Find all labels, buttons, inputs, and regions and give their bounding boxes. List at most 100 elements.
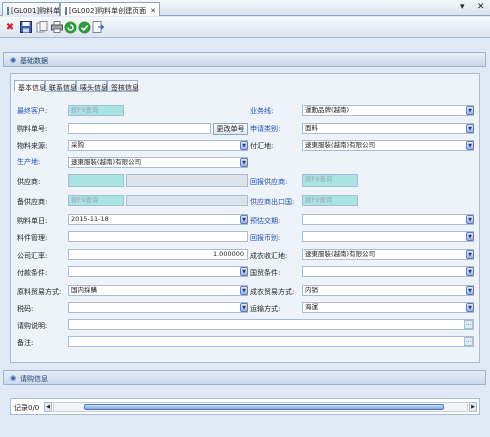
horizontal-scrollbar-track[interactable] [53,402,468,412]
change-order-no-button[interactable]: 更改单号 [213,123,248,135]
order-date-input[interactable]: 2015-11-18 [68,214,248,225]
final-customer-input[interactable]: 按F9查询 [68,105,124,116]
supplier-name-input [126,174,248,187]
print-icon[interactable] [50,20,64,34]
chevron-down-icon[interactable]: ▼ [466,141,474,150]
chevron-down-icon[interactable]: ▼ [466,286,474,295]
finished-place-label: 成衣收汇地: [250,252,288,260]
horizontal-scrollbar-thumb[interactable] [84,404,444,410]
document-icon [65,6,67,15]
report-supplier-label: 回报供应商: [250,178,288,186]
tab-approval-info[interactable]: 签核信息 [107,80,139,92]
collapse-icon[interactable]: ◉ [10,56,16,64]
report-supplier-input[interactable]: 按F9查询 [302,174,358,187]
records-bar: 记录0/0 ◀ ▶ [10,398,480,415]
collapse-icon[interactable]: ◉ [10,374,16,382]
purchase-note-label: 请购说明: [17,322,48,330]
backup-supplier-name-input [126,195,248,206]
chevron-down-icon[interactable]: ▼ [466,250,474,259]
refresh-icon[interactable] [63,20,77,34]
order-date-label: 购料单日: [17,217,48,225]
scroll-left-icon[interactable]: ◀ [44,402,52,412]
close-icon[interactable]: ✖ [3,20,17,34]
document-tab-strip: [GL001]购料单 [GL002]购料单创建页面 ✕ ▾ ✕ [0,0,490,16]
scroll-right-icon[interactable]: ▶ [469,402,477,412]
chevron-down-icon[interactable]: ▼ [466,303,474,312]
section-title: 请购信息 [20,375,48,383]
transport-select[interactable]: 海運 [302,302,474,313]
report-currency-label: 回报币别: [250,234,281,242]
material-mgmt-input[interactable] [68,231,248,242]
report-currency-select[interactable] [302,231,474,242]
order-no-input[interactable] [68,123,211,134]
arrival-port-select[interactable] [302,214,474,225]
production-site-select[interactable]: 速東服裝(越南)有限公司 [68,157,248,168]
request-type-label: 申请类别: [250,125,281,133]
material-source-select[interactable]: 采购 [68,140,248,151]
record-count: 记录0/0 [14,404,40,412]
request-info-header[interactable]: ◉ 请购信息 [3,370,486,385]
tab-gl001[interactable]: [GL001]购料单 [2,2,60,16]
request-type-select[interactable]: 面料 [302,123,474,134]
intl-terms-select[interactable] [302,266,474,277]
tab-contact-info[interactable]: 联系信息 [45,80,77,92]
chevron-down-icon[interactable]: ▼ [466,124,474,133]
chevron-down-icon[interactable]: ▼ [240,215,248,224]
raw-trade-mode-select[interactable]: 国内採購 [68,285,248,296]
tab-basic-info[interactable]: 基本信息 [14,80,46,92]
purchase-note-input[interactable] [68,319,474,330]
payment-terms-label: 付款条件: [17,269,48,277]
tab-label: [GL002]购料单创建页面 [69,6,147,15]
window-close-icon[interactable]: ✕ [477,2,485,12]
arrival-port-label: 预估交期: [250,217,281,225]
remark-input[interactable] [68,336,474,347]
finished-trade-mode-label: 成衣贸易方式: [250,288,295,296]
order-no-label: 购料单号: [17,125,48,133]
chevron-down-icon[interactable]: ▼ [466,267,474,276]
finished-place-select[interactable]: 速東服裝(越南)有限公司 [302,249,474,260]
chevron-down-icon[interactable]: ▼ [240,158,248,167]
chevron-down-icon[interactable]: ▼ [240,141,248,150]
approve-icon[interactable] [77,20,91,34]
chevron-down-icon[interactable]: ▼ [466,106,474,115]
basic-data-header[interactable]: ◉ 基础数据 [3,52,486,67]
final-customer-label: 最终客户: [17,107,48,115]
document-icon [7,6,9,15]
chevron-down-icon[interactable]: ▼ [240,286,248,295]
chevron-down-icon[interactable]: ▼ [240,303,248,312]
finished-trade-mode-select[interactable]: 内销 [302,285,474,296]
transport-label: 运输方式: [250,305,281,313]
copy-icon[interactable] [35,20,49,34]
save-icon[interactable] [19,20,33,34]
business-line-select[interactable]: 運動品牌(越南) [302,105,474,116]
business-line-label: 业务线: [250,107,274,115]
material-source-label: 物料来源: [17,142,48,150]
payment-terms-select[interactable] [68,266,248,277]
tab-gl002[interactable]: [GL002]购料单创建页面 ✕ [60,2,160,16]
tab-scroll-down-icon[interactable]: ▾ [460,2,465,12]
tab-mark-info[interactable]: 唛头信息 [76,80,108,92]
chevron-down-icon[interactable]: ▼ [240,267,248,276]
payment-place-select[interactable]: 速東服裝(越南)有限公司 [302,140,474,151]
intl-terms-label: 国贸条件: [250,269,281,277]
supplier-export-input[interactable]: 按F9查询 [302,195,358,206]
supplier-code-input[interactable] [68,174,124,187]
more-icon[interactable]: … [464,337,473,346]
company-rate-input[interactable]: 1.000000 [68,249,248,260]
tab-close-icon[interactable]: ✕ [150,7,156,15]
company-rate-label: 公司汇率: [17,252,48,260]
chevron-down-icon[interactable]: ▼ [466,215,474,224]
payment-place-label: 付汇地: [250,142,274,150]
section-title: 基础数据 [20,57,48,65]
remark-label: 备注: [17,339,34,347]
backup-supplier-code-input[interactable]: 按F9查询 [68,195,124,206]
toolbar: ✖ [0,17,490,38]
chevron-down-icon[interactable]: ▼ [466,232,474,241]
exit-icon[interactable] [91,20,105,34]
tax-code-label: 税码: [17,305,34,313]
supplier-label: 供应商: [17,178,41,186]
tax-code-select[interactable] [68,302,248,313]
production-site-label: 生产地: [17,158,41,166]
raw-trade-mode-label: 原料贸易方式: [17,288,62,296]
more-icon[interactable]: … [464,320,473,329]
